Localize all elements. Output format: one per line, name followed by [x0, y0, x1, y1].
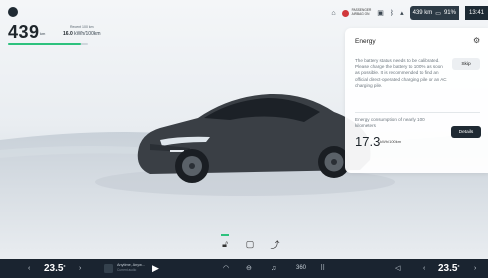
lock-icon[interactable]: 🔓︎: [219, 238, 231, 250]
volume-icon[interactable]: ◁: [395, 262, 400, 274]
passenger-temp-value: 23.5: [438, 262, 458, 274]
skip-button[interactable]: Skip: [452, 58, 480, 70]
active-control-indicator: [221, 234, 229, 236]
driver-temp-up-icon[interactable]: ›: [79, 262, 81, 274]
efficiency-value: 16.0: [63, 31, 73, 37]
camera-360-icon[interactable]: 360: [296, 262, 306, 274]
clock: 13:41: [464, 6, 488, 20]
energy-panel: Energy ⚙ The battery status needs to be …: [345, 28, 488, 173]
passenger-temp-down-icon[interactable]: ‹: [423, 262, 425, 274]
camera-icon[interactable]: ▣: [377, 9, 384, 17]
bottom-dock: [0, 259, 488, 278]
profile-icon[interactable]: [8, 7, 18, 17]
passenger-temp-unit: °: [457, 265, 460, 271]
charge-port-icon[interactable]: ▢: [244, 238, 256, 250]
driver-temp-unit: °: [63, 265, 66, 271]
range-bar-fill: [8, 43, 81, 45]
panel-divider: [355, 112, 480, 113]
range-unit: km: [40, 31, 46, 36]
settings-icon[interactable]: ⚙: [473, 36, 480, 45]
media-title: Anytime, Anyw...: [117, 263, 145, 267]
airbag-line2: AIRBAG ON: [351, 12, 370, 16]
range-value: 439: [8, 22, 40, 42]
passenger-temp-up-icon[interactable]: ›: [474, 262, 476, 274]
media-subtitle: Current audio: [117, 268, 137, 272]
battery-calibration-message: The battery status needs to be calibrate…: [355, 58, 447, 88]
album-art[interactable]: [104, 264, 113, 273]
passenger-temperature[interactable]: 23.5 °: [438, 262, 459, 274]
car-icon[interactable]: ◠: [223, 262, 229, 274]
seat-icon[interactable]: ⊖: [246, 262, 252, 274]
chip-range: 439 km: [412, 10, 433, 16]
battery-percent: 91%: [443, 10, 456, 16]
bluetooth-icon[interactable]: ᛒ: [390, 10, 394, 17]
range-battery-chip[interactable]: 439 km ▭ 91%: [409, 6, 459, 20]
consumption-value: 17.3: [355, 134, 381, 149]
driver-temp-value: 23.5: [44, 262, 64, 274]
play-icon[interactable]: ▶: [152, 262, 159, 274]
passenger-airbag-indicator: PASSENGER AIRBAG ON: [341, 8, 371, 17]
driver-temperature[interactable]: 23.5 °: [44, 262, 65, 274]
status-bar: ⌂ PASSENGER AIRBAG ON ▣ ᛒ ▴ 439 km ▭ 91%…: [331, 6, 488, 20]
efficiency-label: Recent 100 km: [70, 25, 94, 29]
home-icon[interactable]: ⌂: [331, 10, 335, 17]
driver-temp-down-icon[interactable]: ‹: [28, 262, 30, 274]
efficiency-readout: 16.0 kWh/100km: [63, 31, 101, 37]
vehicle-model[interactable]: [120, 82, 380, 192]
trunk-icon[interactable]: ⤴: [269, 238, 281, 250]
signal-icon: ▴: [400, 10, 404, 17]
details-button[interactable]: Details: [451, 126, 481, 138]
battery-icon: ▭: [435, 10, 441, 17]
apps-icon[interactable]: ⠿: [320, 262, 325, 274]
efficiency-unit: kWh/100km: [74, 31, 101, 37]
consumption-label: Energy consumption of nearly 100 kilomet…: [355, 117, 425, 128]
music-icon[interactable]: ♫: [271, 262, 276, 274]
airbag-icon: [341, 9, 349, 17]
energy-panel-title: Energy: [355, 38, 376, 45]
consumption-unit: kWh/100km: [380, 139, 402, 144]
